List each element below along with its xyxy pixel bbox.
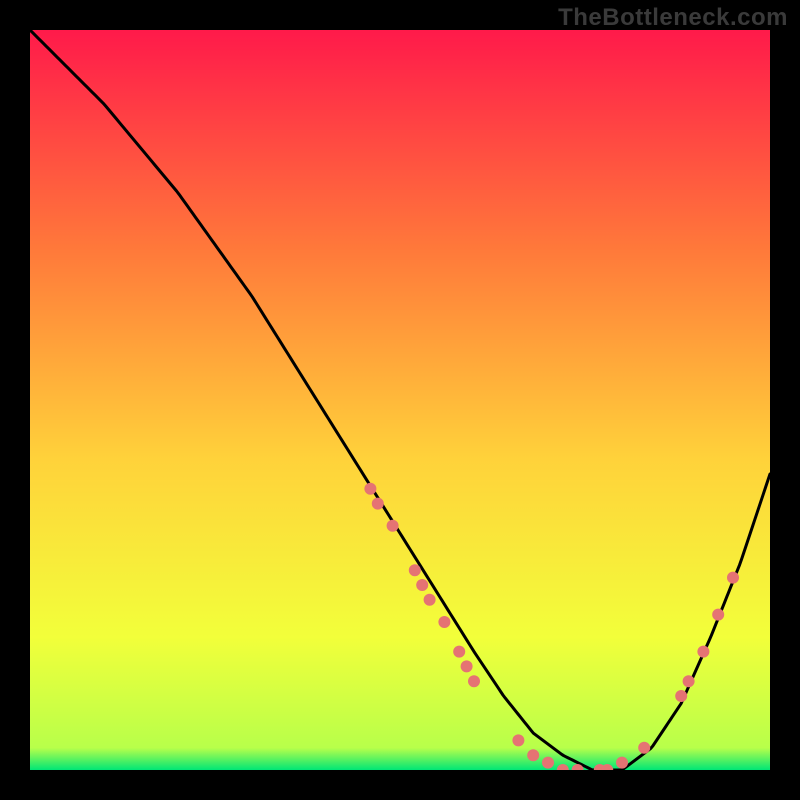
curve-marker <box>461 660 473 672</box>
curve-marker <box>438 616 450 628</box>
curve-marker <box>616 757 628 769</box>
chart-container: TheBottleneck.com <box>0 0 800 800</box>
curve-marker <box>638 742 650 754</box>
curve-marker <box>453 646 465 658</box>
curve-marker <box>409 564 421 576</box>
curve-marker <box>697 646 709 658</box>
curve-marker <box>424 594 436 606</box>
curve-marker <box>364 483 376 495</box>
chart-svg <box>30 30 770 770</box>
curve-marker <box>372 498 384 510</box>
curve-marker <box>675 690 687 702</box>
curve-marker <box>512 734 524 746</box>
plot-area <box>30 30 770 770</box>
curve-marker <box>416 579 428 591</box>
curve-marker <box>527 749 539 761</box>
gradient-background <box>30 30 770 770</box>
curve-marker <box>542 757 554 769</box>
curve-marker <box>387 520 399 532</box>
curve-marker <box>683 675 695 687</box>
curve-marker <box>468 675 480 687</box>
watermark-text: TheBottleneck.com <box>558 4 788 32</box>
curve-marker <box>712 609 724 621</box>
curve-marker <box>727 572 739 584</box>
